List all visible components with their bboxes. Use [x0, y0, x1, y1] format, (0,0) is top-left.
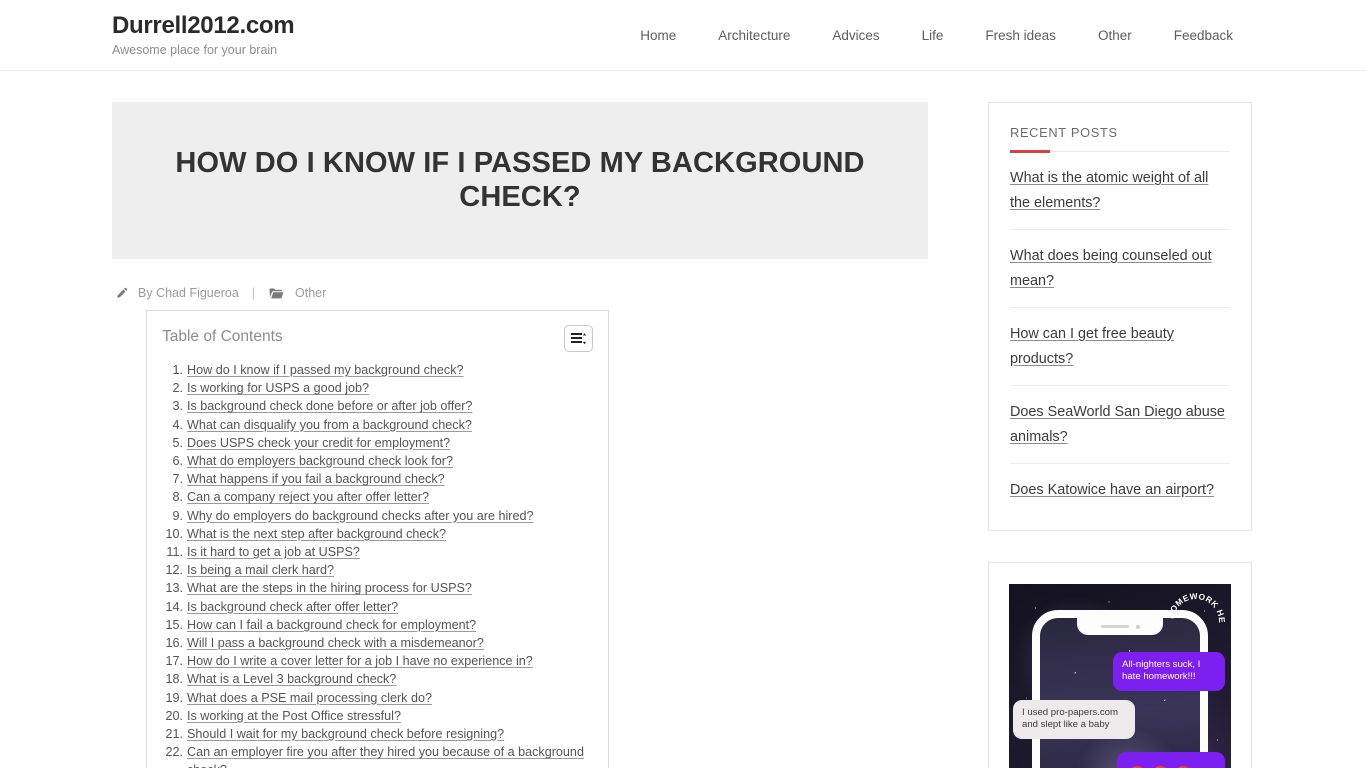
recent-post-link[interactable]: What is the atomic weight of all the ele…	[1010, 152, 1230, 229]
svg-text:HOMEWORK HELL: HOMEWORK HELL	[1165, 588, 1227, 623]
list-item[interactable]: Does USPS check your credit for employme…	[162, 434, 593, 452]
nav-item-architecture[interactable]: Architecture	[697, 28, 811, 43]
toc-link[interactable]: What is the next step after background c…	[187, 525, 446, 543]
ad-banner[interactable]: HOMEWORK HELL All-nighters suck, I hate …	[1009, 584, 1231, 768]
phone-speaker	[1100, 625, 1129, 628]
list-item[interactable]: What happens if you fail a background ch…	[162, 470, 593, 488]
list-item[interactable]: What can disqualify you from a backgroun…	[162, 416, 593, 434]
post-category-link[interactable]: Other	[295, 286, 326, 300]
list-item[interactable]: Should I wait for my background check be…	[162, 725, 593, 743]
list-item[interactable]: How can I fail a background check for em…	[162, 616, 593, 634]
widget-advertisement: HOMEWORK HELL All-nighters suck, I hate …	[988, 562, 1252, 768]
list-item[interactable]: What is the next step after background c…	[162, 525, 593, 543]
toc-link[interactable]: Is working at the Post Office stressful?	[187, 707, 401, 725]
nav-item-advices[interactable]: Advices	[811, 28, 900, 43]
arc-text-label: HOMEWORK HELL	[1165, 588, 1227, 623]
list-item[interactable]: Does SeaWorld San Diego abuse animals?	[1010, 386, 1230, 464]
chat-bubble-emoji	[1117, 752, 1225, 768]
toc-link[interactable]: Does USPS check your credit for employme…	[187, 434, 450, 452]
recent-post-link[interactable]: Does SeaWorld San Diego abuse animals?	[1010, 386, 1230, 463]
list-item[interactable]: Is being a mail clerk hard?	[162, 561, 593, 579]
list-item[interactable]: What are the steps in the hiring process…	[162, 579, 593, 597]
nav-item-other[interactable]: Other	[1077, 28, 1153, 43]
toc-link[interactable]: Can a company reject you after offer let…	[187, 488, 429, 506]
pencil-icon	[113, 286, 130, 300]
list-item[interactable]: What does being counseled out mean?	[1010, 230, 1230, 308]
site-title[interactable]: Durrell2012.com	[112, 12, 295, 40]
arc-text-homework-hell: HOMEWORK HELL	[1165, 588, 1227, 623]
list-item[interactable]: Is background check after offer letter?	[162, 598, 593, 616]
recent-post-link[interactable]: What does being counseled out mean?	[1010, 230, 1230, 307]
nav-item-fresh-ideas[interactable]: Fresh ideas	[964, 28, 1077, 43]
toc-heading: Table of Contents	[162, 328, 283, 345]
toc-list: How do I know if I passed my background …	[162, 361, 593, 768]
list-item[interactable]: How do I write a cover letter for a job …	[162, 652, 593, 670]
toc-link[interactable]: How can I fail a background check for em…	[187, 616, 476, 634]
page-layout: How do I know if I passed my background …	[0, 71, 1366, 768]
toc-link[interactable]: Why do employers do background checks af…	[187, 507, 534, 525]
site-branding[interactable]: Durrell2012.com Awesome place for your b…	[112, 12, 295, 58]
main-content: How do I know if I passed my background …	[112, 71, 928, 768]
nav-item-home[interactable]: Home	[619, 28, 697, 43]
toc-link[interactable]: Is it hard to get a job at USPS?	[187, 543, 360, 561]
page-title: How do I know if I passed my background …	[175, 147, 865, 213]
list-item[interactable]: Why do employers do background checks af…	[162, 507, 593, 525]
list-item[interactable]: Is background check done before or after…	[162, 397, 593, 415]
phone-camera-icon	[1135, 624, 1140, 629]
toc-link[interactable]: What can disqualify you from a backgroun…	[187, 416, 472, 434]
primary-navigation: Home Architecture Advices Life Fresh ide…	[619, 28, 1254, 43]
sidebar: Recent posts What is the atomic weight o…	[988, 71, 1252, 768]
table-of-contents: Table of Contents How do I know if I pas…	[146, 310, 609, 768]
list-item[interactable]: How can I get free beauty products?	[1010, 308, 1230, 386]
list-item[interactable]: What does a PSE mail processing clerk do…	[162, 689, 593, 707]
toc-link[interactable]: What does a PSE mail processing clerk do…	[187, 689, 432, 707]
title-accent-rule	[1010, 150, 1230, 153]
list-item[interactable]: Is it hard to get a job at USPS?	[162, 543, 593, 561]
post-meta: By Chad Figueroa | Other	[112, 286, 928, 300]
post-title-banner: How do I know if I passed my background …	[112, 102, 928, 259]
toc-link[interactable]: What happens if you fail a background ch…	[187, 470, 445, 488]
folder-icon	[268, 286, 285, 300]
chat-bubble: I used pro-papers.com and slept like a b…	[1013, 700, 1135, 739]
list-item[interactable]: What is the atomic weight of all the ele…	[1010, 152, 1230, 230]
nav-item-life[interactable]: Life	[901, 28, 965, 43]
meta-separator: |	[251, 286, 256, 300]
list-item[interactable]: Is working at the Post Office stressful?	[162, 707, 593, 725]
recent-post-link[interactable]: Does Katowice have an airport?	[1010, 464, 1230, 516]
list-item[interactable]: Can an employer fire you after they hire…	[162, 743, 593, 768]
recent-post-link[interactable]: How can I get free beauty products?	[1010, 308, 1230, 385]
toc-toggle-button[interactable]	[564, 325, 593, 352]
site-tagline: Awesome place for your brain	[112, 42, 278, 57]
chat-bubble: All-nighters suck, I hate homework!!!	[1113, 652, 1225, 691]
widget-title: Recent posts	[1010, 125, 1118, 140]
list-item[interactable]: How do I know if I passed my background …	[162, 361, 593, 379]
toc-link[interactable]: Is being a mail clerk hard?	[187, 561, 334, 579]
toc-link[interactable]: How do I write a cover letter for a job …	[187, 652, 533, 670]
toc-link[interactable]: What are the steps in the hiring process…	[187, 579, 472, 597]
widget-recent-posts: Recent posts What is the atomic weight o…	[988, 102, 1252, 531]
toc-link[interactable]: Can an employer fire you after they hire…	[187, 743, 593, 768]
toc-link[interactable]: What do employers background check look …	[187, 452, 453, 470]
toc-link[interactable]: Will I pass a background check with a mi…	[187, 634, 484, 652]
toc-link[interactable]: How do I know if I passed my background …	[187, 361, 464, 379]
list-toggle-icon	[570, 332, 587, 346]
list-item[interactable]: Will I pass a background check with a mi…	[162, 634, 593, 652]
list-item[interactable]: What do employers background check look …	[162, 452, 593, 470]
site-header: Durrell2012.com Awesome place for your b…	[0, 0, 1366, 71]
toc-header: Table of Contents	[162, 325, 593, 352]
list-item[interactable]: What is a Level 3 background check?	[162, 670, 593, 688]
toc-link[interactable]: Is working for USPS a good job?	[187, 379, 369, 397]
list-item[interactable]: Can a company reject you after offer let…	[162, 488, 593, 506]
list-item[interactable]: Is working for USPS a good job?	[162, 379, 593, 397]
toc-link[interactable]: Is background check done before or after…	[187, 397, 472, 415]
post-author: By Chad Figueroa	[138, 286, 239, 300]
toc-link[interactable]: What is a Level 3 background check?	[187, 670, 396, 688]
nav-item-feedback[interactable]: Feedback	[1153, 28, 1254, 43]
recent-posts-list: What is the atomic weight of all the ele…	[1010, 152, 1230, 516]
list-item[interactable]: Does Katowice have an airport?	[1010, 464, 1230, 516]
toc-link[interactable]: Is background check after offer letter?	[187, 598, 398, 616]
phone-notch	[1077, 618, 1163, 635]
toc-link[interactable]: Should I wait for my background check be…	[187, 725, 504, 743]
